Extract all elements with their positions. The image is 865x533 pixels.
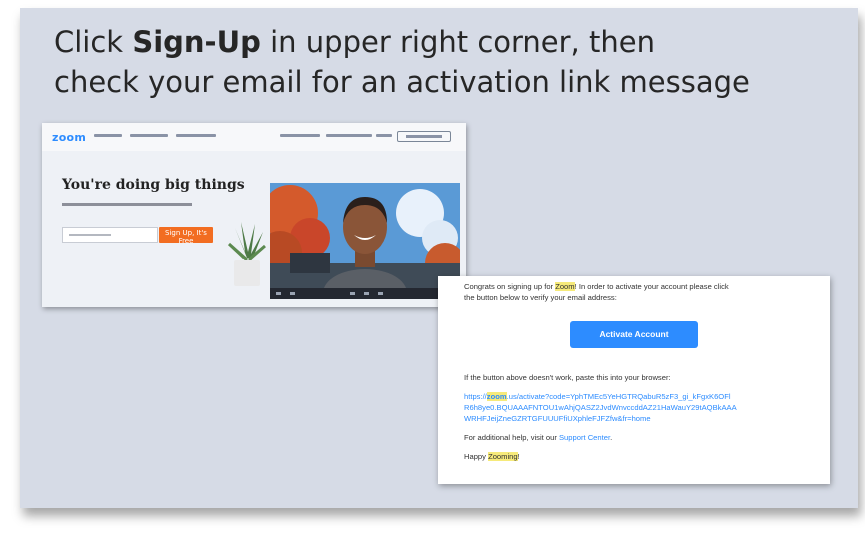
title-line-2: check your email for an activation link … bbox=[54, 65, 750, 99]
email-intro-line-2: the button below to verify your email ad… bbox=[464, 293, 617, 302]
signup-cta-button[interactable]: Sign Up, It's Free bbox=[159, 227, 213, 245]
nav-link[interactable] bbox=[130, 134, 168, 137]
activate-account-button[interactable]: Activate Account bbox=[570, 321, 698, 348]
activate-account-label: Activate Account bbox=[599, 329, 669, 339]
title-signup-emphasis: Sign-Up bbox=[132, 25, 261, 59]
hero-heading: You're doing big things bbox=[62, 177, 245, 193]
title-text: in upper right corner, then bbox=[260, 25, 655, 59]
nav-link[interactable] bbox=[280, 134, 320, 137]
activation-email-screenshot: Congrats on signing up for Zoom! In orde… bbox=[438, 276, 830, 484]
zoom-navbar: zoom bbox=[42, 123, 466, 151]
nav-link-sign-in[interactable] bbox=[376, 134, 392, 137]
cta-label: Sign Up, It's Free bbox=[165, 229, 207, 245]
presentation-slide: Click Sign-Up in upper right corner, the… bbox=[20, 8, 858, 508]
video-call-image bbox=[270, 183, 460, 299]
zoom-highlight: Zoom bbox=[555, 282, 575, 291]
hero-subtext bbox=[62, 203, 192, 206]
activation-link-line-3[interactable]: WRHFJeijZneGZRTGFUUUFfiUXphleFJFZfw&fr=h… bbox=[464, 414, 651, 424]
nav-link[interactable] bbox=[176, 134, 216, 137]
nav-link[interactable] bbox=[94, 134, 122, 137]
title-text: Click bbox=[54, 25, 133, 59]
nav-link[interactable] bbox=[326, 134, 372, 137]
help-line: For additional help, visit our Support C… bbox=[464, 433, 613, 442]
zooming-highlight: Zooming bbox=[488, 452, 518, 461]
nav-signup-button[interactable] bbox=[397, 131, 451, 142]
activation-link-line-2[interactable]: R6h8ye0.BQUAAAFNTOU1wAhjQASZ2JvdWnvccddA… bbox=[464, 403, 737, 413]
support-center-link[interactable]: Support Center bbox=[559, 433, 610, 442]
video-controls-bar bbox=[270, 288, 460, 299]
zoom-homepage-screenshot: zoom You're doing big things Sign Up, It… bbox=[42, 123, 466, 307]
signoff-line: Happy Zooming! bbox=[464, 452, 520, 461]
email-intro-line-1: Congrats on signing up for Zoom! In orde… bbox=[464, 282, 729, 291]
fallback-instructions: If the button above doesn't work, paste … bbox=[464, 373, 671, 382]
zoom-logo[interactable]: zoom bbox=[52, 131, 86, 144]
slide-title: Click Sign-Up in upper right corner, the… bbox=[54, 22, 844, 102]
email-input[interactable] bbox=[62, 227, 158, 243]
plant-image bbox=[227, 222, 266, 286]
activation-link-line-1[interactable]: https://zoom.us/activate?code=YphTMEc5Ye… bbox=[464, 392, 731, 402]
